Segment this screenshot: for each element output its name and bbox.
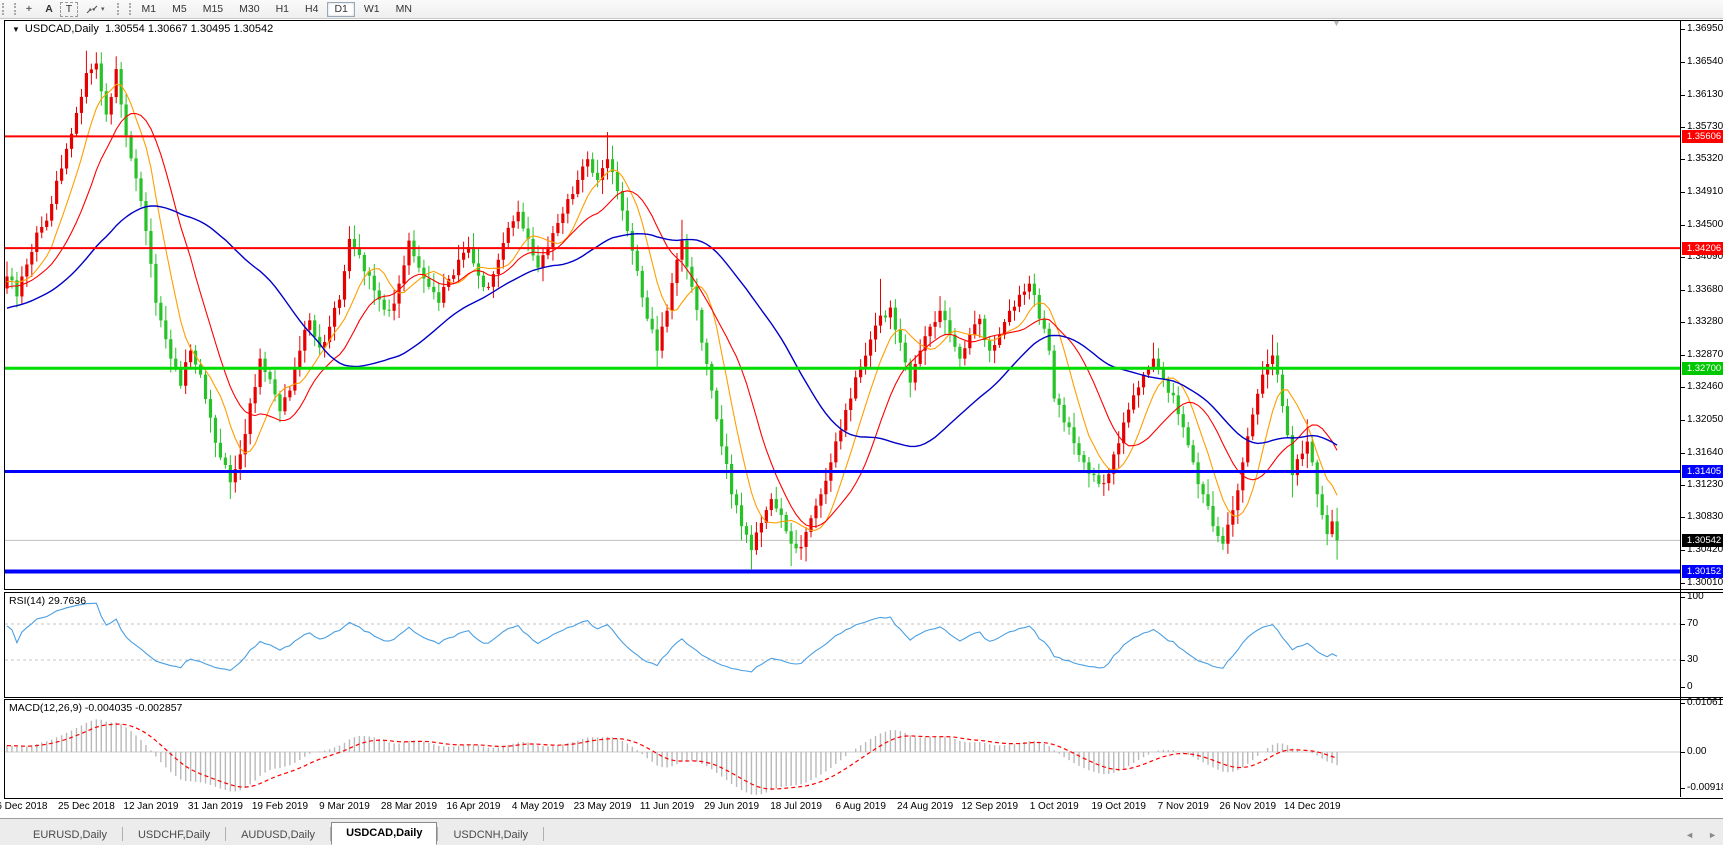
price-tick: 1.33280 (1687, 316, 1723, 328)
symbol-dropdown-arrow[interactable]: ▼ (12, 25, 20, 34)
ohlc-values: 1.30554 1.30667 1.30495 1.30542 (105, 23, 273, 35)
price-axis-line (1680, 20, 1681, 797)
price-tick: 1.36950 (1687, 23, 1723, 35)
main-price-chart[interactable] (4, 20, 1723, 590)
timeframe-button-mn[interactable]: MN (389, 2, 419, 17)
toolbar-grip-icon (2, 3, 16, 15)
tab-audusd[interactable]: AUDUSD,Daily (226, 824, 330, 845)
price-level-badge: 1.30542 (1682, 534, 1723, 547)
tabs-holder: EURUSD,DailyUSDCHF,DailyAUDUSD,DailyUSDC… (18, 822, 544, 845)
rsi-panel[interactable] (4, 592, 1723, 698)
price-level-badge: 1.30152 (1682, 565, 1723, 578)
price-level-badge: 1.31405 (1682, 465, 1723, 478)
rsi-tick: 70 (1687, 618, 1723, 630)
price-tick: 1.36130 (1687, 89, 1723, 101)
macd-tick: 0.010615 (1687, 697, 1723, 709)
crosshair-icon[interactable]: + (20, 2, 38, 17)
tab-eurusd[interactable]: EURUSD,Daily (18, 824, 122, 845)
rsi-value: 29.7636 (48, 595, 86, 607)
rsi-tick: 100 (1687, 591, 1723, 603)
shapes-tool-button[interactable]: ▾ (80, 2, 110, 17)
timeframe-button-h1[interactable]: H1 (269, 2, 296, 17)
tab-scroll-left-icon[interactable]: ◄ (1685, 830, 1694, 840)
tab-scroll-right-icon[interactable]: ► (1708, 830, 1717, 840)
timeframe-button-h4[interactable]: H4 (298, 2, 325, 17)
price-tick: 1.31640 (1687, 447, 1723, 459)
price-tick: 1.30830 (1687, 511, 1723, 523)
top-toolbar: + A T ▾ M1M5M15M30H1H4D1W1MN (0, 0, 1723, 19)
price-tick: 1.35320 (1687, 153, 1723, 165)
timeframe-button-m15[interactable]: M15 (196, 2, 230, 17)
tab-usdcad[interactable]: USDCAD,Daily (331, 822, 437, 845)
date-label: 14 Dec 2019 (1270, 801, 1354, 812)
price-tick: 1.33680 (1687, 284, 1723, 296)
rsi-tick: 30 (1687, 654, 1723, 666)
price-level-badge: 1.35606 (1682, 130, 1723, 143)
tab-usdcnh[interactable]: USDCNH,Daily (438, 824, 543, 845)
price-tick: 1.32050 (1687, 414, 1723, 426)
price-tick: 1.32460 (1687, 381, 1723, 393)
tab-usdchf[interactable]: USDCHF,Daily (123, 824, 225, 845)
price-tick: 1.34910 (1687, 186, 1723, 198)
rsi-tick: 0 (1687, 681, 1723, 693)
macd-tick: 0.00 (1687, 746, 1723, 758)
timeframe-button-m1[interactable]: M1 (135, 2, 164, 17)
macd-indicator-label: MACD(12,26,9) -0.004035 -0.002857 (9, 702, 182, 714)
macd-panel[interactable] (4, 699, 1723, 799)
label-tool-button[interactable]: T (60, 2, 78, 17)
timeframe-button-w1[interactable]: W1 (357, 2, 387, 17)
timeframe-button-m30[interactable]: M30 (232, 2, 266, 17)
toolbar-grip-icon (117, 3, 131, 15)
price-tick: 1.34500 (1687, 219, 1723, 231)
price-tick: 1.31230 (1687, 479, 1723, 491)
arrows-icon (85, 4, 99, 15)
chart-tab-bar: EURUSD,DailyUSDCHF,DailyAUDUSD,DailyUSDC… (0, 818, 1723, 845)
macd-name: MACD(12,26,9) (9, 702, 82, 714)
timeframe-button-m5[interactable]: M5 (165, 2, 194, 17)
tab-separator (543, 827, 544, 841)
price-level-badge: 1.32700 (1682, 362, 1723, 375)
scroll-to-end-marker[interactable]: ▼ (1332, 18, 1341, 28)
rsi-indicator-label: RSI(14) 29.7636 (9, 595, 86, 607)
symbol-label: USDCAD,Daily (25, 23, 99, 35)
rsi-name: RSI(14) (9, 595, 45, 607)
timeframe-button-d1[interactable]: D1 (327, 2, 354, 17)
price-level-badge: 1.34206 (1682, 242, 1723, 255)
macd-tick: -0.00918 (1687, 782, 1723, 794)
chevron-down-icon: ▾ (101, 5, 105, 13)
text-tool-button[interactable]: A (40, 2, 58, 17)
price-tick: 1.32870 (1687, 349, 1723, 361)
macd-values: -0.004035 -0.002857 (85, 702, 183, 714)
timeframe-button-group: M1M5M15M30H1H4D1W1MN (134, 2, 420, 17)
price-tick: 1.30010 (1687, 577, 1723, 589)
price-tick: 1.36540 (1687, 56, 1723, 68)
chart-title: ▼ USDCAD,Daily 1.30554 1.30667 1.30495 1.… (12, 23, 273, 35)
